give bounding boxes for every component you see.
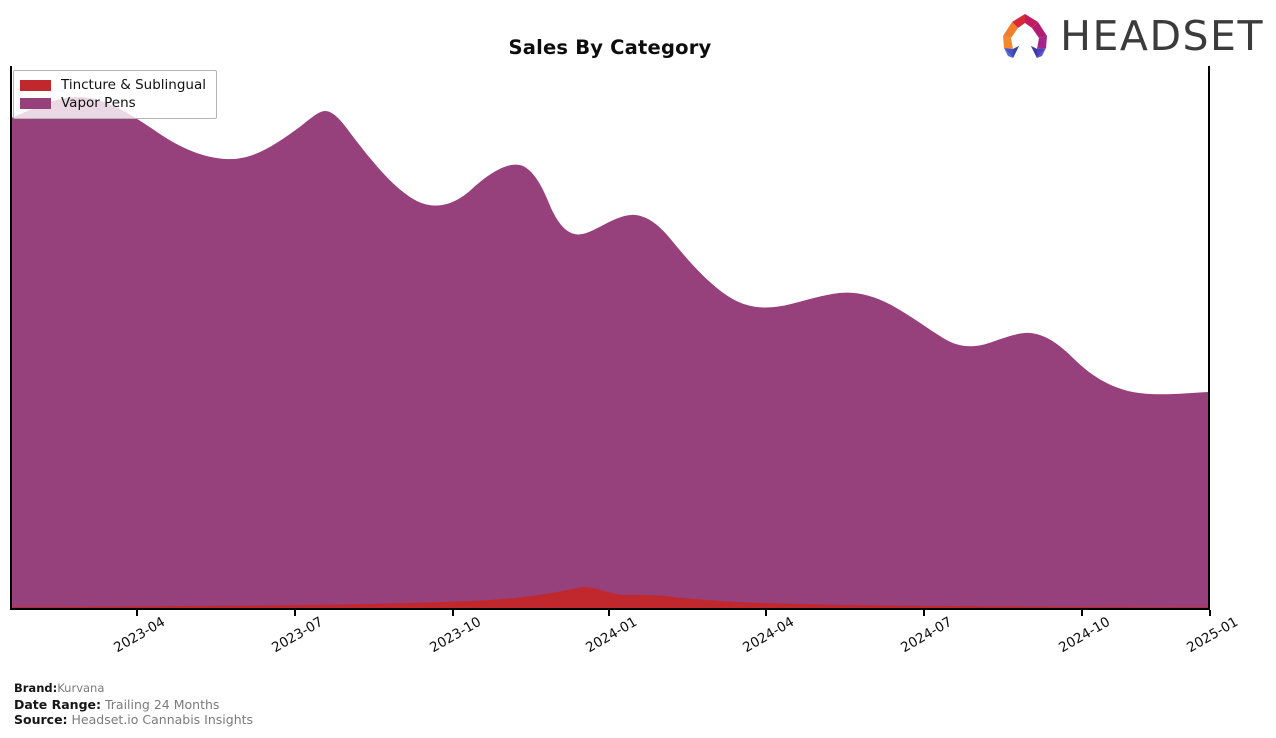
- footer-source-value: Headset.io Cannabis Insights: [71, 712, 254, 727]
- stacked-area-chart: [11, 96, 1209, 609]
- footer-date-range-key: Date Range:: [14, 696, 101, 712]
- legend-item-label: Vapor Pens: [61, 94, 136, 111]
- x-tick-mark: [923, 610, 925, 616]
- chart-footer: Brand:Kurvana Date Range: Trailing 24 Mo…: [14, 681, 253, 728]
- legend-swatch-icon: [20, 80, 51, 91]
- headset-arc-logo-icon: [1003, 14, 1048, 58]
- legend-item-vapor-pens[interactable]: Vapor Pens: [20, 95, 208, 112]
- x-tick-mark: [294, 610, 296, 616]
- footer-date-range-value: Trailing 24 Months: [104, 696, 220, 712]
- chart-legend[interactable]: Tincture & Sublingual Vapor Pens: [13, 70, 217, 119]
- headset-logo: HEADSET: [999, 12, 1264, 60]
- chart-page: Sales By Category HEADSET 2023-04 2023-0…: [0, 0, 1276, 738]
- x-tick-mark: [765, 610, 767, 616]
- footer-source: Source: Headset.io Cannabis Insights: [14, 712, 253, 728]
- x-tick-mark: [608, 610, 610, 616]
- footer-source-key: Source:: [14, 712, 68, 727]
- legend-item-label: Tincture & Sublingual: [61, 76, 206, 93]
- axis-spine-right: [1208, 66, 1210, 610]
- series-area-vapor-pens: [11, 96, 1209, 609]
- plot-area: [11, 66, 1209, 609]
- x-tick-mark: [1209, 610, 1211, 616]
- x-tick-label: 2023-10: [427, 614, 484, 657]
- footer-date-range: Date Range: Trailing 24 Months: [14, 697, 253, 713]
- axis-spine-left: [10, 66, 12, 610]
- x-tick-mark: [452, 610, 454, 616]
- x-tick-label: 2024-10: [1056, 614, 1113, 657]
- legend-swatch-icon: [20, 98, 51, 109]
- x-tick-mark: [1081, 610, 1083, 616]
- x-tick-label: 2024-04: [740, 614, 797, 657]
- x-tick-label: 2024-01: [583, 614, 640, 657]
- footer-brand-key: Brand:: [14, 681, 58, 695]
- x-tick-label: 2025-01: [1184, 614, 1241, 657]
- footer-brand: Brand:Kurvana: [14, 681, 253, 697]
- axis-spine-bottom: [10, 608, 1210, 610]
- legend-item-tincture-sublingual[interactable]: Tincture & Sublingual: [20, 77, 208, 94]
- x-tick-mark: [136, 610, 138, 616]
- headset-logo-text: HEADSET: [1060, 11, 1264, 60]
- x-tick-label: 2024-07: [898, 614, 955, 657]
- x-tick-label: 2023-07: [269, 614, 326, 657]
- footer-brand-value: Kurvana: [57, 681, 105, 695]
- x-tick-label: 2023-04: [111, 614, 168, 657]
